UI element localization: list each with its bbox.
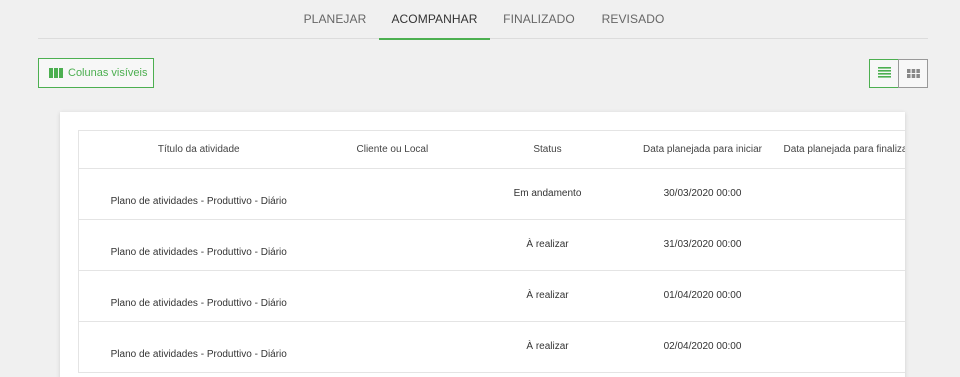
list-icon [877,65,891,83]
row-end-date [773,219,905,271]
row-status: À realizar [463,219,632,271]
grid-icon [906,65,920,83]
grid-view-button[interactable] [898,59,928,88]
row-client [318,219,464,271]
columns-icon [49,68,63,78]
row-client [318,321,464,373]
row-start-date: 31/03/2020 00:00 [631,219,774,271]
row-title: Plano de atividades - Produttivo - Diári… [78,168,319,220]
activities-card: Título da atividade Cliente ou Local Sta… [60,112,905,377]
row-start-date: 30/03/2020 00:00 [631,168,774,220]
tab-finalizado[interactable]: FINALIZADO [493,0,585,39]
column-header-end[interactable]: Data planejada para finalizar [773,130,905,169]
row-title: Plano de atividades - Produttivo - Diári… [78,321,319,373]
column-header-client[interactable]: Cliente ou Local [318,130,464,169]
list-view-button[interactable] [869,59,899,88]
tab-revisado[interactable]: REVISADO [593,0,673,39]
row-end-date [773,270,905,322]
row-start-date: 01/04/2020 00:00 [631,270,774,322]
row-status: À realizar [463,270,632,322]
table-header-row: Título da atividade Cliente ou Local Sta… [78,130,905,169]
row-client [318,270,464,322]
activities-table: Título da atividade Cliente ou Local Sta… [78,130,905,373]
table-row[interactable]: Plano de atividades - Produttivo - Diári… [78,321,905,373]
table-row[interactable]: Plano de atividades - Produttivo - Diári… [78,168,905,220]
row-end-date [773,321,905,373]
row-end-date [773,168,905,220]
row-status: Em andamento [463,168,632,220]
table-row[interactable]: Plano de atividades - Produttivo - Diári… [78,270,905,322]
visible-columns-label: Colunas visíveis [68,67,148,79]
tab-planejar[interactable]: PLANEJAR [290,0,380,39]
column-header-start[interactable]: Data planejada para iniciar [631,130,774,169]
table-row[interactable]: Plano de atividades - Produttivo - Diári… [78,219,905,271]
row-status: À realizar [463,321,632,373]
row-title: Plano de atividades - Produttivo - Diári… [78,219,319,271]
column-header-title[interactable]: Título da atividade [78,130,319,169]
column-header-status[interactable]: Status [463,130,632,169]
visible-columns-button[interactable]: Colunas visíveis [38,58,154,88]
row-title: Plano de atividades - Produttivo - Diári… [78,270,319,322]
tab-acompanhar[interactable]: ACOMPANHAR [379,0,490,40]
status-tabs: PLANEJAR ACOMPANHAR FINALIZADO REVISADO [38,0,928,40]
row-client [318,168,464,220]
row-start-date: 02/04/2020 00:00 [631,321,774,373]
